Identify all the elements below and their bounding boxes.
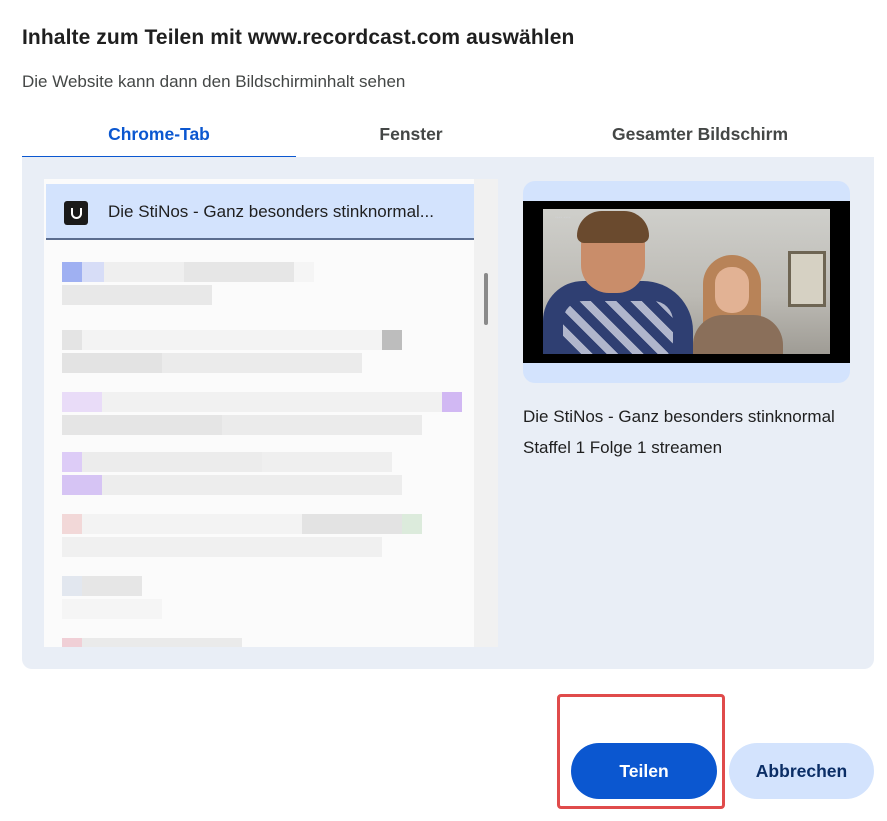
dialog-title: Inhalte zum Teilen mit www.recordcast.co… <box>22 26 575 49</box>
source-tabs: Chrome-Tab Fenster Gesamter Bildschirm <box>22 112 874 159</box>
cancel-button[interactable]: Abbrechen <box>729 743 874 799</box>
video-watermark: ▪▪▪▪ ▪▪▪▪ <box>555 215 571 221</box>
preview-title: Die StiNos - Ganz besonders stinknormal … <box>523 407 835 457</box>
tab-window[interactable]: Fenster <box>296 112 526 157</box>
list-item[interactable] <box>62 329 402 375</box>
tab-entire-screen[interactable]: Gesamter Bildschirm <box>526 112 874 157</box>
tab-list-item-selected[interactable]: Die StiNos - Ganz besonders stinknormal.… <box>46 184 474 240</box>
list-item[interactable] <box>62 513 422 559</box>
video-still: ▪▪▪▪ ▪▪▪▪ <box>543 209 830 354</box>
list-item[interactable] <box>62 575 182 621</box>
tab-chrome-tab[interactable]: Chrome-Tab <box>22 112 296 157</box>
share-button[interactable]: Teilen <box>571 743 717 799</box>
list-item[interactable] <box>62 261 462 307</box>
tab-list-scrollbar[interactable] <box>474 179 498 647</box>
list-item[interactable] <box>62 637 262 647</box>
source-panel: Die StiNos - Ganz besonders stinknormal.… <box>22 157 874 669</box>
stinos-logo-icon <box>64 201 88 225</box>
preview-frame: ▪▪▪▪ ▪▪▪▪ <box>523 181 850 383</box>
preview-thumbnail: ▪▪▪▪ ▪▪▪▪ <box>523 201 850 363</box>
tab-list-item-label: Die StiNos - Ganz besonders stinknormal.… <box>108 202 434 221</box>
tab-list: Die StiNos - Ganz besonders stinknormal.… <box>44 179 474 647</box>
list-item[interactable] <box>62 451 422 497</box>
dialog-subtitle: Die Website kann dann den Bildschirminha… <box>22 72 406 91</box>
scrollbar-thumb[interactable] <box>484 273 488 325</box>
wall-picture <box>788 251 826 307</box>
list-item[interactable] <box>62 391 462 437</box>
